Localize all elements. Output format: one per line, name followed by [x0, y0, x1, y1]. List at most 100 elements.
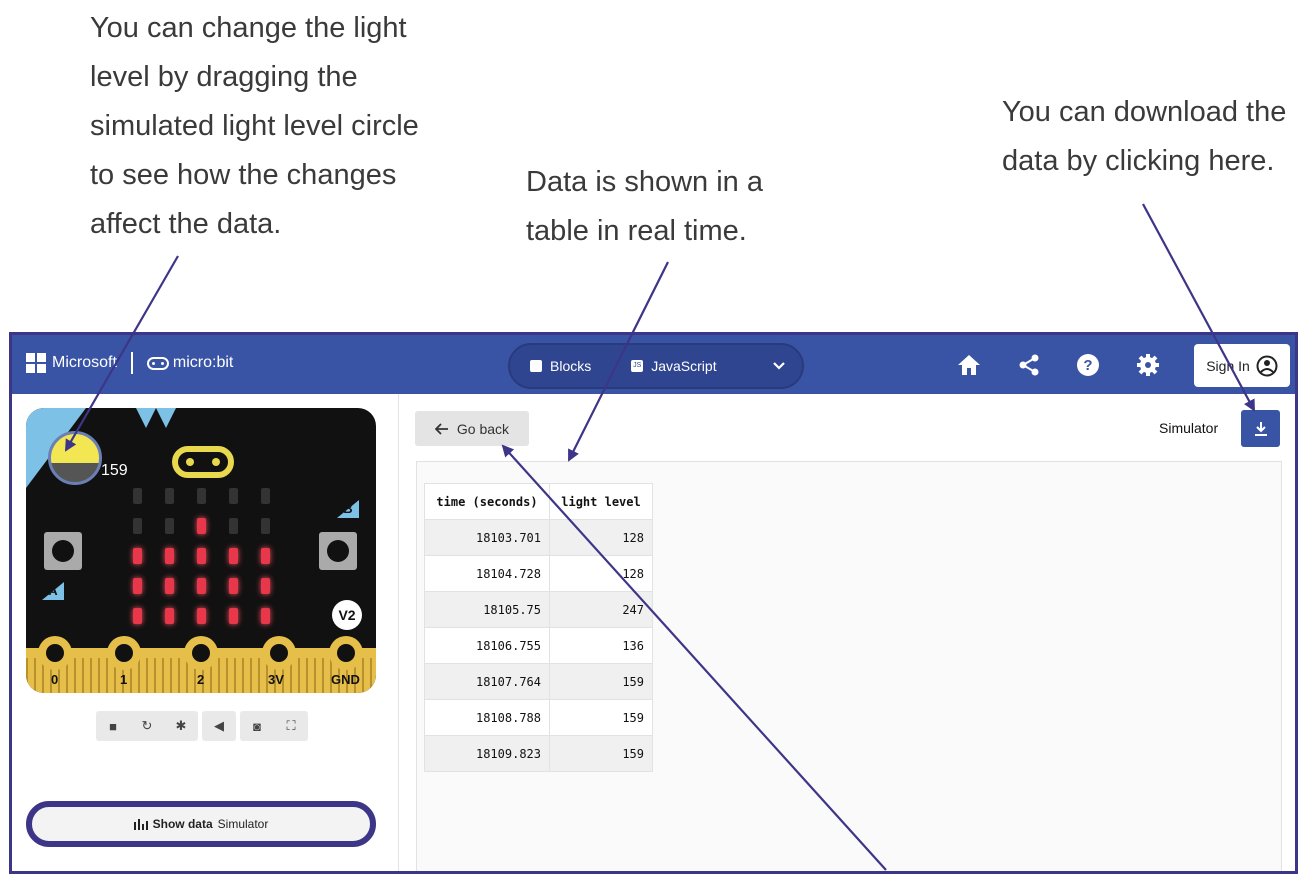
simulator-controls: ■ ↻ ✱ ◀ ◙ ⛶: [96, 711, 308, 741]
sign-in-label: Sign In: [1206, 357, 1250, 374]
annotation-light-level: You can change the light level by draggi…: [90, 12, 419, 240]
tab-blocks[interactable]: Blocks: [510, 345, 611, 387]
led: [197, 578, 206, 594]
cell-time: 18105.75: [424, 591, 550, 628]
led: [261, 548, 270, 564]
cell-light-level: 128: [549, 555, 653, 592]
pin-0[interactable]: [38, 636, 72, 670]
restart-icon[interactable]: ↻: [130, 718, 164, 734]
led: [165, 518, 174, 534]
button-b[interactable]: [319, 532, 357, 570]
led: [261, 518, 270, 534]
arrow-left-icon: [434, 422, 448, 435]
brand-divider: [130, 352, 133, 374]
download-icon: [1254, 421, 1267, 436]
led: [133, 488, 142, 504]
led: [197, 548, 206, 564]
version-badge: V2: [332, 600, 362, 630]
led: [133, 578, 142, 594]
cell-time: 18104.728: [424, 555, 550, 592]
annotation-download: You can download the data by clicking he…: [1002, 96, 1287, 177]
led: [261, 608, 270, 624]
debug-icon[interactable]: ✱: [164, 718, 198, 734]
show-data-source: Simulator: [217, 817, 269, 831]
microbit-touch-logo[interactable]: [172, 446, 234, 478]
table-row: 18109.823 159: [424, 735, 653, 772]
microbit-logo-icon: [146, 356, 169, 370]
led: [229, 518, 238, 534]
show-data-label: Show data: [152, 817, 213, 831]
microsoft-logo-icon: [26, 353, 46, 373]
led: [133, 518, 142, 534]
editor-toggle: Blocks JS JavaScript: [508, 343, 804, 389]
column-header-time: time (seconds): [424, 483, 550, 520]
button-a[interactable]: [44, 532, 82, 570]
gear-icon[interactable]: [1135, 352, 1161, 378]
led: [229, 548, 238, 564]
help-icon[interactable]: ?: [1075, 352, 1101, 378]
led: [261, 578, 270, 594]
brand[interactable]: Microsoft micro:bit: [26, 352, 233, 374]
table-row: 18103.701 128: [424, 519, 653, 556]
cell-time: 18108.788: [424, 699, 550, 736]
account-icon: [1256, 355, 1278, 376]
data-table-container: time (seconds) light level 18103.701 128 1…: [416, 461, 1282, 871]
cell-light-level: 159: [549, 735, 653, 772]
cell-light-level: 159: [549, 663, 653, 700]
cell-time: 18109.823: [424, 735, 550, 772]
table-row: 18108.788 159: [424, 699, 653, 736]
pin-label-3v: 3V: [268, 672, 284, 687]
table-row: 18107.764 159: [424, 663, 653, 700]
pin-label-2: 2: [197, 672, 205, 687]
tab-blocks-label: Blocks: [550, 358, 592, 374]
download-button[interactable]: [1241, 410, 1280, 447]
pin-label-gnd: GND: [331, 672, 360, 687]
brand-name: Microsoft: [52, 354, 117, 371]
home-icon[interactable]: [956, 352, 982, 378]
light-level-dial[interactable]: [48, 431, 102, 485]
pin-3v[interactable]: [262, 636, 296, 670]
pin-label-0: 0: [51, 672, 59, 687]
light-level-value: 159: [101, 462, 128, 479]
table-row: 18104.728 128: [424, 555, 653, 592]
led: [229, 488, 238, 504]
cell-time: 18107.764: [424, 663, 550, 700]
fullscreen-icon[interactable]: ⛶: [274, 718, 308, 734]
column-header-light-level: light level: [549, 483, 653, 520]
cell-light-level: 136: [549, 627, 653, 664]
led: [197, 608, 206, 624]
show-data-button[interactable]: Show data Simulator: [26, 801, 376, 847]
chevron-down-icon[interactable]: [756, 358, 802, 374]
sound-icon[interactable]: ◀: [202, 718, 236, 734]
js-icon: JS: [631, 360, 644, 372]
svg-text:?: ?: [1083, 357, 1092, 374]
go-back-button[interactable]: Go back: [415, 411, 529, 446]
tab-javascript[interactable]: JS JavaScript: [611, 345, 736, 387]
sign-in-button[interactable]: Sign In: [1194, 344, 1290, 387]
share-icon[interactable]: [1016, 352, 1042, 378]
cell-light-level: 128: [549, 519, 653, 556]
led: [229, 578, 238, 594]
stop-icon[interactable]: ■: [96, 719, 130, 734]
puzzle-icon: [530, 360, 542, 372]
pin-2[interactable]: [184, 636, 218, 670]
led: [133, 608, 142, 624]
screenshot-icon[interactable]: ◙: [240, 719, 274, 734]
table-row: 18106.755 136: [424, 627, 653, 664]
pin-gnd[interactable]: [329, 636, 363, 670]
cell-time: 18103.701: [424, 519, 550, 556]
pin-1[interactable]: [107, 636, 141, 670]
led: [197, 488, 206, 504]
microbit-board: 159 A B V2 0 1 2 3V GND: [26, 408, 376, 693]
annotation-data-table: Data is shown in a table in real time.: [526, 166, 763, 247]
tab-javascript-label: JavaScript: [651, 358, 717, 374]
button-b-label: B: [337, 500, 359, 518]
data-table: time (seconds) light level 18103.701 128 1…: [424, 483, 653, 772]
go-back-label: Go back: [456, 420, 510, 437]
led: [165, 608, 174, 624]
table-row: 18105.75 247: [424, 591, 653, 628]
simulator-panel: 159 A B V2 0 1 2 3V GND ■ ↻ ✱ ◀ ◙ ⛶ Show…: [12, 394, 399, 871]
led: [165, 548, 174, 564]
led: [165, 488, 174, 504]
data-source-label: Simulator: [1159, 420, 1219, 436]
